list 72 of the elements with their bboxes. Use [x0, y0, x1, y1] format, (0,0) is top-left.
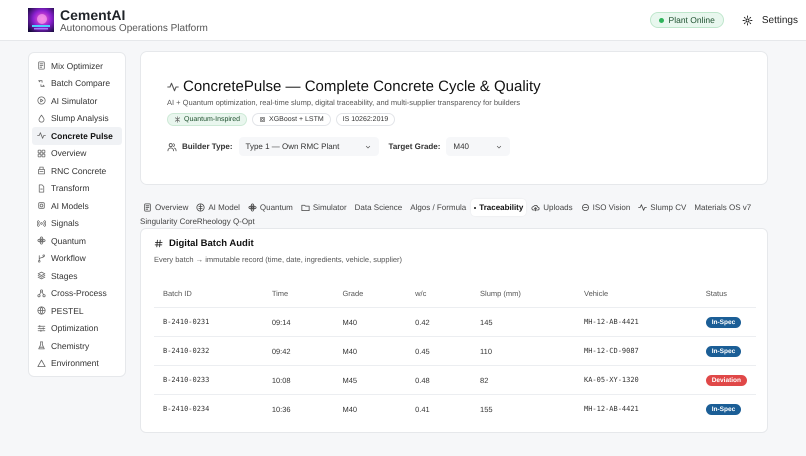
sidebar-item[interactable]: Concrete Pulse	[32, 127, 122, 144]
sidebar-item[interactable]: Overview	[32, 144, 122, 162]
hash-icon	[154, 239, 163, 248]
sidebar-item[interactable]: Slump Analysis	[32, 110, 122, 127]
sidebar-item[interactable]: Optimization	[32, 320, 122, 337]
tab[interactable]: Rheology Q-Opt	[196, 216, 255, 227]
atom-icon	[37, 236, 46, 246]
layers-icon	[37, 271, 46, 280]
sliders-icon	[37, 324, 46, 333]
field-label: Builder Type:	[182, 142, 233, 151]
branch-icon	[37, 254, 46, 263]
nodes-icon	[37, 288, 46, 298]
sidebar-item[interactable]: Stages	[32, 267, 122, 284]
drop-icon	[37, 114, 46, 123]
sidebar-item[interactable]: Quantum	[32, 232, 122, 250]
app-title: CementAI	[60, 6, 126, 22]
play-icon	[37, 96, 46, 106]
sidebar-item[interactable]: Transform	[32, 180, 122, 197]
signal-icon	[37, 218, 46, 228]
flask-icon	[37, 341, 46, 350]
sidebar-item[interactable]: RNC Concrete	[32, 162, 122, 180]
tab[interactable]: Uploads	[528, 199, 576, 216]
upload-icon	[531, 203, 540, 212]
globe-icon	[37, 306, 46, 316]
spark-icon	[174, 116, 181, 123]
section-title: Digital Batch Audit	[169, 238, 254, 249]
pulse-icon	[37, 131, 46, 140]
tab[interactable]: Overview	[140, 199, 192, 216]
field-label: Target Grade:	[388, 142, 440, 151]
app-subtitle: Autonomous Operations Platform	[60, 22, 208, 34]
tab[interactable]: Slump CV	[635, 199, 690, 216]
chip-icon	[37, 201, 46, 210]
document-icon	[37, 61, 46, 70]
target-grade-select[interactable]: M40	[446, 137, 510, 156]
sidebar-item[interactable]: Workflow	[32, 250, 122, 267]
swap-icon	[37, 78, 46, 88]
tab[interactable]: ISO Vision	[578, 199, 634, 216]
circle-icon	[580, 203, 590, 212]
tab[interactable]: Traceability	[471, 199, 526, 216]
sidebar-item[interactable]: Signals	[32, 214, 122, 232]
sidebar-item[interactable]: Chemistry	[32, 337, 122, 354]
pulse-icon	[167, 80, 179, 92]
status-badge: Plant Online	[650, 12, 724, 28]
tab[interactable]: Singularity Core	[140, 216, 197, 227]
pulse-icon	[638, 203, 648, 212]
tab[interactable]: Quantum	[244, 199, 296, 216]
settings-button[interactable]: Settings	[738, 10, 802, 30]
tab[interactable]: AI Model	[193, 199, 243, 216]
sidebar-item[interactable]: Mix Optimizer	[32, 57, 122, 74]
file-icon	[37, 184, 46, 193]
logo-icon	[28, 8, 54, 32]
atom-icon	[248, 203, 257, 212]
sidebar-item[interactable]: Cross-Process	[32, 284, 122, 302]
sidebar-item[interactable]: Environment	[32, 354, 122, 372]
page-title: ConcretePulse — Complete Concrete Cycle & Quality	[183, 78, 541, 95]
sidebar-item[interactable]: PESTEL	[32, 302, 122, 320]
document-icon	[143, 203, 152, 212]
sidebar-item[interactable]: AI Models	[32, 197, 122, 214]
tab[interactable]: Simulator	[298, 199, 350, 216]
grid-icon	[37, 148, 46, 158]
sidebar-item[interactable]: AI Simulator	[32, 92, 122, 110]
tab[interactable]: Data Science	[352, 199, 406, 216]
builder-type-select[interactable]: Type 1 — Own RMC Plant	[238, 137, 379, 156]
people-icon	[167, 142, 177, 152]
settings-icon	[742, 14, 753, 26]
building-icon	[37, 166, 46, 176]
sidebar-item[interactable]: Batch Compare	[32, 74, 122, 92]
chip-icon	[259, 116, 266, 123]
triangle-icon	[37, 358, 46, 368]
folder-icon	[300, 203, 310, 212]
tab[interactable]: Materials OS v7	[691, 199, 754, 216]
tab[interactable]: Algos / Formula	[407, 199, 470, 216]
